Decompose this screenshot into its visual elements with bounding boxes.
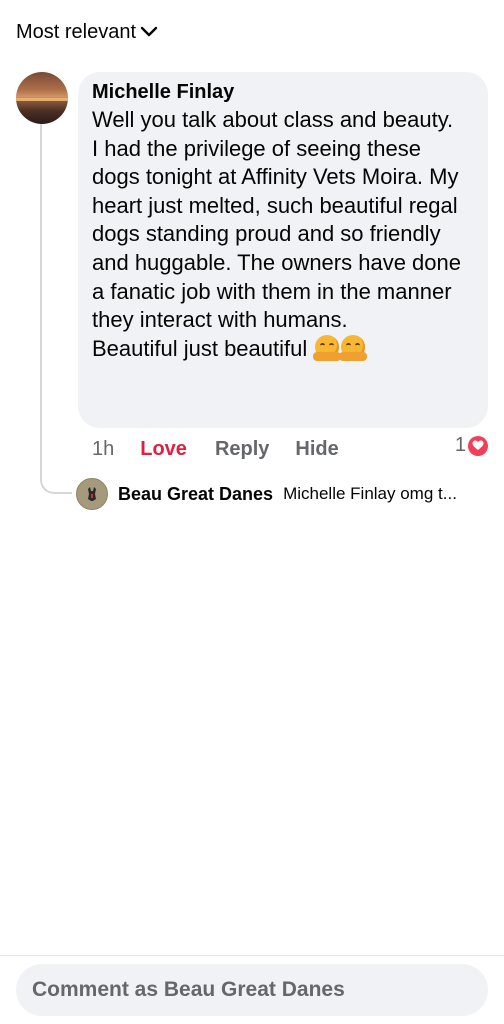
comment-actions: 1h Love Reply Hide [92, 434, 492, 464]
avatar[interactable] [16, 72, 68, 124]
love-button[interactable]: Love [140, 438, 187, 461]
comment-text: Well you talk about class and beauty. I … [92, 106, 474, 363]
comment-author[interactable]: Michelle Finlay [92, 80, 474, 104]
comment-time[interactable]: 1h [92, 438, 114, 461]
comment-bubble[interactable]: Michelle Finlay Well you talk about clas… [78, 72, 488, 428]
chevron-down-icon [140, 26, 158, 37]
reaction-count: 1 [454, 434, 466, 456]
reply-button[interactable]: Reply [215, 438, 269, 461]
sort-dropdown[interactable]: Most relevant [16, 21, 158, 44]
dog-logo-icon [88, 487, 96, 501]
sort-bar: Most relevant [0, 0, 504, 64]
hide-button[interactable]: Hide [295, 438, 338, 461]
reply-preview-row[interactable]: Beau Great Danes Michelle Finlay omg t..… [76, 478, 496, 510]
reply-author[interactable]: Beau Great Danes [118, 484, 273, 505]
hugging-face-icon [313, 334, 342, 361]
heart-icon [468, 435, 488, 456]
reply-preview-text: Michelle Finlay omg t... [283, 484, 457, 503]
sort-label: Most relevant [16, 20, 137, 43]
comment-body: Well you talk about class and beauty. I … [92, 107, 461, 361]
divider [0, 955, 504, 956]
comment-input-placeholder: Comment as Beau Great Danes [32, 978, 345, 1001]
comment-input[interactable]: Comment as Beau Great Danes [16, 964, 488, 1016]
avatar-sunset-image [16, 98, 68, 101]
reaction-summary[interactable]: 1 [455, 434, 488, 457]
avatar[interactable] [76, 478, 108, 510]
reply-thread-line [40, 124, 72, 494]
hugging-face-icon [339, 334, 368, 361]
